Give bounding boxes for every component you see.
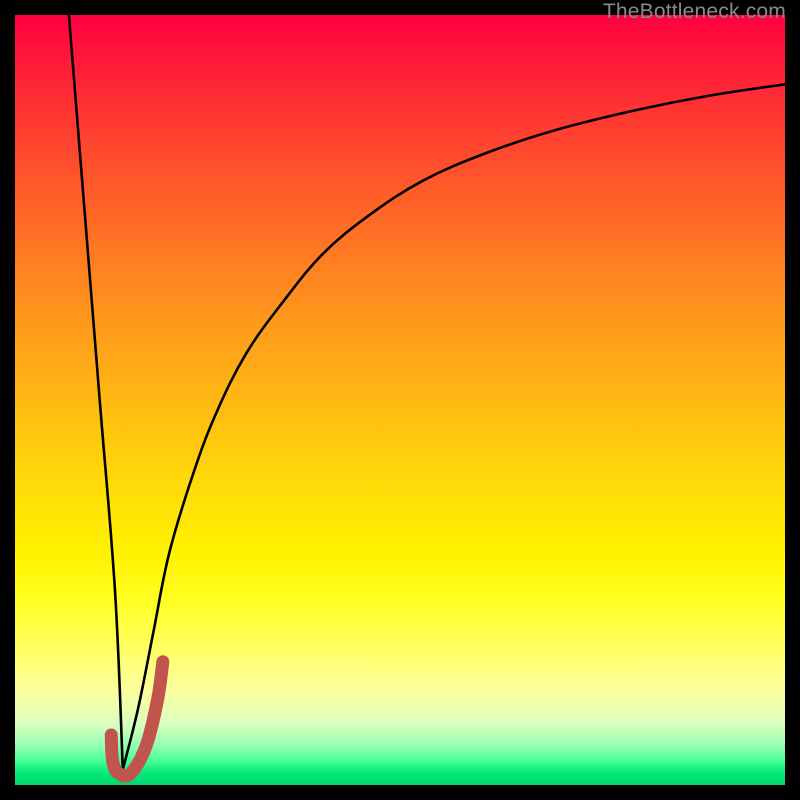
chart-frame: TheBottleneck.com <box>0 0 800 800</box>
left-branch-curve <box>69 15 123 770</box>
watermark-text: TheBottleneck.com <box>603 0 786 24</box>
chart-plot-area <box>15 15 785 785</box>
curve-layer <box>15 15 785 785</box>
right-branch-curve <box>123 84 785 769</box>
